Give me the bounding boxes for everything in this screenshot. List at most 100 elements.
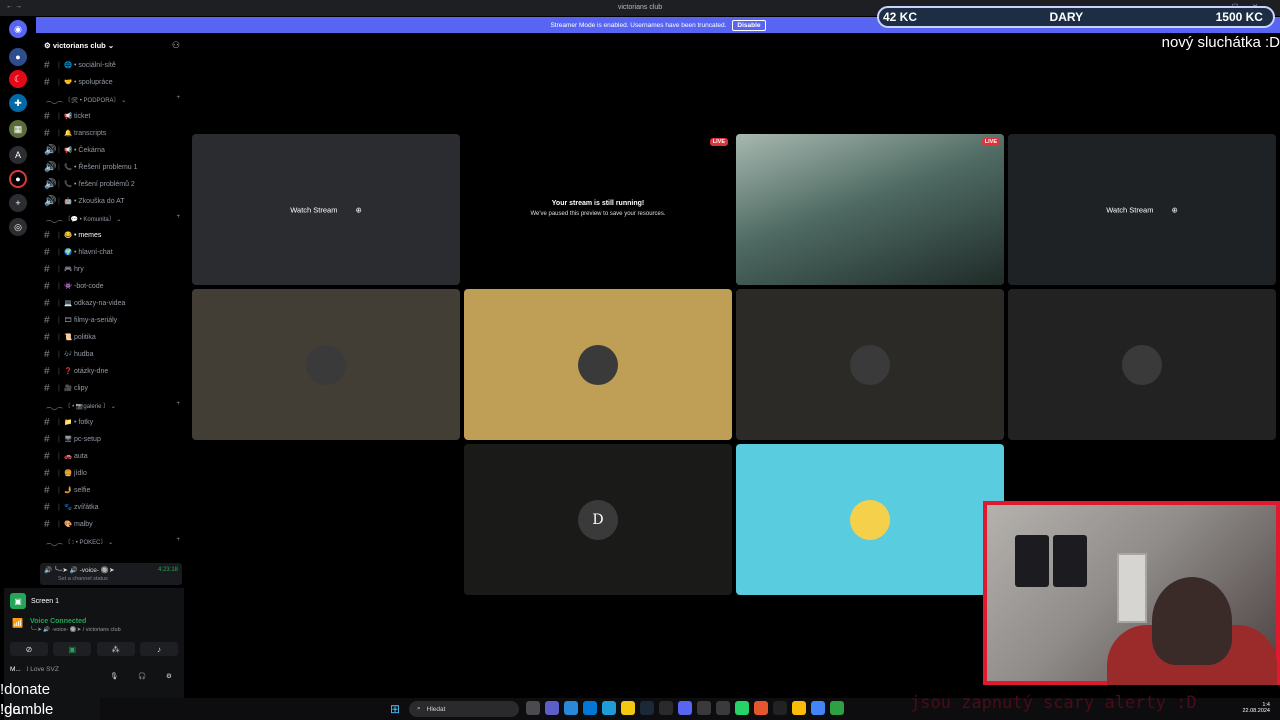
text-channel-22[interactable]: # | 🖥 pc-setup [44, 432, 182, 446]
channel-category[interactable]: ︵‿︵ 〔 ⁝ • POKEC〕 ⌄ + [46, 537, 180, 549]
hash-icon: # [44, 263, 50, 275]
participant-tile-avatar[interactable] [736, 444, 1004, 595]
text-channel-4[interactable]: # | 🔔 transcripts [44, 126, 182, 140]
text-channel-18[interactable]: # | ❓ otázky-dne [44, 364, 182, 378]
screen-share-indicator[interactable]: ▣ Screen 1 [10, 591, 178, 611]
watch-stream-button[interactable]: Watch Stream ⊕ [1106, 205, 1178, 214]
text-channel-13[interactable]: # | 👾 -bot-code [44, 279, 182, 293]
voice-channel-8[interactable]: 🔊 | 🤖 • Zkouška do AT [44, 194, 182, 208]
participant-tile-avatar[interactable] [192, 289, 460, 440]
server-icon[interactable]: A [9, 146, 27, 164]
hash-icon: # [44, 450, 50, 462]
headphones-icon[interactable]: 🎧 [138, 672, 146, 680]
chrome-icon[interactable] [811, 701, 825, 715]
donation-current: 42 KC [883, 10, 918, 24]
soundboard-icon[interactable]: ♪ [139, 642, 178, 656]
add-channel-icon[interactable]: + [176, 537, 180, 549]
participant-tile-avatar[interactable] [464, 289, 732, 440]
text-channel-23[interactable]: # | 🚗 auta [44, 449, 182, 463]
participant-tile-avatar[interactable]: D [464, 444, 732, 595]
participant-tile-avatar[interactable] [1008, 289, 1276, 440]
share-screen-icon[interactable]: ▣ [53, 642, 92, 656]
category-label: ︵‿︵ 〔💬 • Komunita〕 ⌄ [46, 217, 122, 223]
mic-icon[interactable]: 🎙 [110, 672, 118, 680]
app-icon[interactable] [773, 701, 787, 715]
channel-status[interactable]: Set a channel status [58, 576, 108, 582]
add-channel-icon[interactable]: + [176, 401, 180, 413]
whatsapp-icon[interactable] [735, 701, 749, 715]
taskbar-search[interactable]: ⌕ Hledat [409, 701, 519, 717]
teams-icon[interactable] [545, 701, 559, 715]
voice-channel-6[interactable]: 🔊 | 📞 • Řešení problemu 1 [44, 160, 182, 174]
participant-tile-watch[interactable]: Watch Stream ⊕ [192, 134, 460, 285]
text-channel-14[interactable]: # | 💻 odkazy-na-videa [44, 296, 182, 310]
app-icon[interactable] [716, 701, 730, 715]
participant-tile-avatar[interactable] [736, 289, 1004, 440]
popout-icon[interactable]: ⊕ [1171, 205, 1177, 214]
user-avatar [850, 344, 890, 385]
app-icon[interactable] [754, 701, 768, 715]
text-channel-10[interactable]: # | 😂 • memes [44, 228, 182, 242]
chrome-icon[interactable] [792, 701, 806, 715]
text-channel-17[interactable]: # | 🎶 hudba [44, 347, 182, 361]
steam-icon[interactable] [640, 701, 654, 715]
channel-emoji: 🚗 [64, 453, 73, 460]
text-channel-27[interactable]: # | 🎨 malby [44, 517, 182, 531]
app-icon[interactable] [659, 701, 673, 715]
edge-icon[interactable] [602, 701, 616, 715]
voice-channel-7[interactable]: 🔊 | 📞 • řešení problémů 2 [44, 177, 182, 191]
discord-icon[interactable] [678, 701, 692, 715]
voice-channel-5[interactable]: 🔊 | 📢 • Čekárna [44, 143, 182, 157]
windows-start-icon[interactable]: ⊞ [390, 702, 404, 716]
discord-home-icon[interactable]: ◉ [9, 20, 27, 38]
task-view-icon[interactable] [526, 701, 540, 715]
camera-off-icon[interactable]: ⊘ [10, 642, 48, 656]
server-name[interactable]: ⚙ victorians club ⌄ [44, 41, 114, 50]
channel-emoji: 👾 [64, 283, 73, 290]
server-icon[interactable]: ▦ [9, 120, 27, 138]
text-channel-21[interactable]: # | 📁 • fotky [44, 415, 182, 429]
user-avatar [850, 499, 890, 540]
activities-icon[interactable]: ⁂ [96, 642, 135, 656]
add-channel-icon[interactable]: + [176, 214, 180, 226]
add-member-icon[interactable]: ⚇ [172, 40, 180, 51]
text-channel-1[interactable]: # | 🤝 • spolupráce [44, 75, 182, 89]
watch-stream-button[interactable]: Watch Stream ⊕ [290, 205, 362, 214]
donation-bar: 42 KC DARY 1500 KC [877, 6, 1275, 28]
victorians-server-icon[interactable]: ● [9, 170, 27, 188]
mail-icon[interactable] [583, 701, 597, 715]
channel-category[interactable]: ︵‿︵ 〔💬 • Komunita〕 ⌄ + [46, 214, 180, 226]
system-tray[interactable]: 1:4 22.08.2024 [1242, 702, 1270, 714]
app-icon[interactable] [564, 701, 578, 715]
discover-icon[interactable]: ◎ [9, 218, 27, 236]
text-channel-24[interactable]: # | 🍔 jídlo [44, 466, 182, 480]
text-channel-26[interactable]: # | 🐾 zvířátka [44, 500, 182, 514]
add-channel-icon[interactable]: + [176, 95, 180, 107]
server-icon[interactable]: ● [9, 48, 27, 66]
server-icon[interactable]: ✚ [9, 94, 27, 112]
participant-tile-paused[interactable]: Your stream is still running! We've pause… [464, 134, 732, 285]
participant-tile-video[interactable]: LIVE [736, 134, 1004, 285]
settings-icon[interactable]: ⚙ [166, 672, 172, 680]
popout-icon[interactable]: ⊕ [355, 205, 361, 214]
text-channel-12[interactable]: # | 🎮 hry [44, 262, 182, 276]
text-channel-19[interactable]: # | 🎥 clipy [44, 381, 182, 395]
text-channel-0[interactable]: # | 🌐 • sociální-sítě [44, 58, 182, 72]
app-icon[interactable] [697, 701, 711, 715]
text-channel-16[interactable]: # | 📜 politika [44, 330, 182, 344]
app-icon[interactable] [830, 701, 844, 715]
channel-emoji: 🖥 [64, 436, 73, 443]
channel-category[interactable]: ︵‿︵ 〔 • 📷galerie 〕 ⌄ + [46, 401, 180, 413]
active-voice-channel[interactable]: 🔊 ╰─➤ 🔊 -voice- 🔘➤ 4:23:18 Set a channel… [40, 563, 182, 585]
text-channel-11[interactable]: # | 🌍 • hlavní-chat [44, 245, 182, 259]
participant-tile-watch[interactable]: Watch Stream ⊕ [1008, 134, 1276, 285]
text-channel-15[interactable]: # | 🎞 filmy-a-seriály [44, 313, 182, 327]
server-icon[interactable]: ☾ [9, 70, 27, 88]
text-channel-3[interactable]: # | 📢 ticket [44, 109, 182, 123]
text-channel-25[interactable]: # | 🤳 selfie [44, 483, 182, 497]
explorer-icon[interactable] [621, 701, 635, 715]
voice-location[interactable]: ╰─➤ 🔊 -voice- 🔘➤ / victorians club [30, 627, 121, 633]
disable-button[interactable]: Disable [732, 19, 766, 31]
channel-category[interactable]: ︵‿︵ 〔🛠 • PODPORA〕 ⌄ + [46, 95, 180, 107]
add-server-icon[interactable]: + [9, 194, 27, 212]
